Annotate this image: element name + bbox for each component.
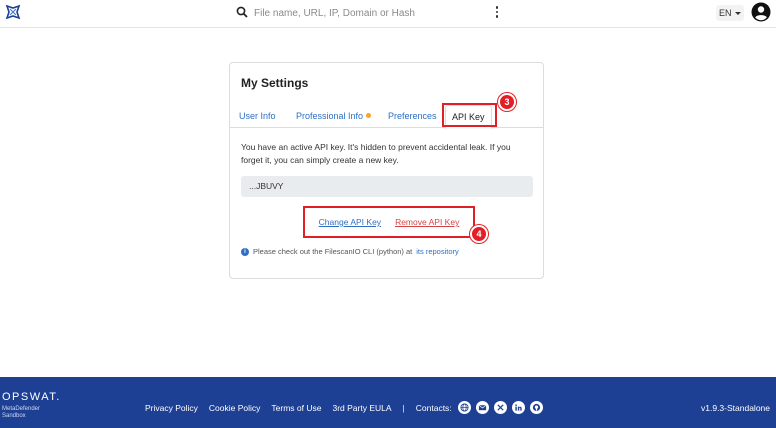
- caret-down-icon: [734, 11, 741, 15]
- change-api-key-link[interactable]: Change API Key: [319, 217, 381, 227]
- brand-subtitle: MetaDefender Sandbox: [2, 406, 40, 420]
- page-title: My Settings: [241, 76, 309, 90]
- tab-label: Preferences: [388, 111, 437, 121]
- contact-icons: [457, 401, 543, 414]
- api-key-field: ...JBUVY: [241, 176, 533, 197]
- tab-professional-info[interactable]: Professional Info: [290, 105, 377, 128]
- footer-separator: |: [402, 402, 405, 413]
- version-label: v1.9.3-Standalone: [701, 403, 770, 413]
- api-key-actions-highlight: Change API Key Remove API Key: [303, 206, 475, 238]
- email-icon[interactable]: [475, 401, 489, 414]
- logo-icon[interactable]: [4, 3, 22, 21]
- top-header: EN: [0, 0, 776, 28]
- brand-sub-variant: Sandbox: [2, 413, 26, 419]
- x-icon[interactable]: [493, 401, 507, 414]
- third-party-eula-link[interactable]: 3rd Party EULA: [332, 403, 391, 413]
- settings-card: My Settings User Info Professional Info …: [229, 62, 544, 279]
- contacts-label: Contacts:: [415, 402, 452, 413]
- language-label: EN: [719, 8, 732, 18]
- remove-api-key-link[interactable]: Remove API Key: [395, 217, 459, 227]
- footer: OPSWAT. MetaDefender Sandbox Privacy Pol…: [0, 377, 776, 428]
- more-options-icon[interactable]: [492, 5, 502, 19]
- cli-info: i Please check out the FilescanIO CLI (p…: [241, 247, 459, 256]
- step-badge-4: 4: [470, 225, 488, 243]
- language-dropdown[interactable]: EN: [716, 5, 744, 21]
- search-input[interactable]: [254, 4, 484, 22]
- repository-link[interactable]: its repository: [416, 247, 459, 256]
- tab-label: User Info: [239, 111, 276, 121]
- search-icon: [236, 6, 248, 18]
- cli-info-text: Please check out the FilescanIO CLI (pyt…: [253, 247, 413, 256]
- tab-preferences[interactable]: Preferences: [382, 105, 443, 128]
- tab-label: Professional Info: [296, 111, 364, 121]
- notification-dot-icon: [366, 113, 372, 119]
- github-icon[interactable]: [529, 401, 543, 414]
- info-icon: i: [241, 247, 249, 256]
- brand-sub-product: MetaDefender: [2, 406, 41, 412]
- cookie-policy-link[interactable]: Cookie Policy: [209, 403, 261, 413]
- linkedin-icon[interactable]: [511, 401, 525, 414]
- user-avatar-icon[interactable]: [751, 2, 771, 22]
- brand-logo: OPSWAT.: [2, 391, 61, 403]
- api-key-tab-highlight: [442, 103, 497, 127]
- api-key-description: You have an active API key. It's hidden …: [241, 142, 511, 165]
- tab-user-info[interactable]: User Info: [233, 105, 282, 128]
- privacy-policy-link[interactable]: Privacy Policy: [145, 403, 198, 413]
- footer-links: Privacy Policy Cookie Policy Terms of Us…: [145, 401, 543, 414]
- terms-of-use-link[interactable]: Terms of Use: [271, 403, 321, 413]
- step-badge-3: 3: [498, 93, 516, 111]
- globe-icon[interactable]: [457, 401, 471, 414]
